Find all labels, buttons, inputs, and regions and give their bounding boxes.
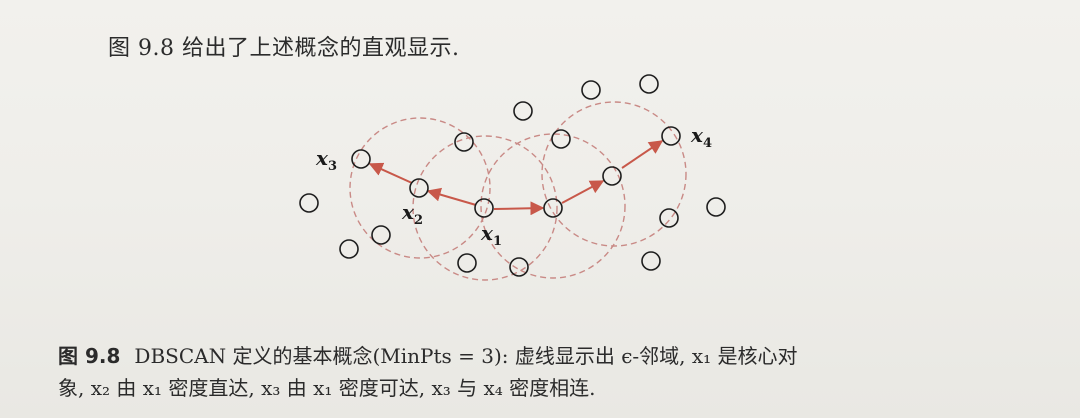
point — [339, 239, 359, 259]
caption-line-2: 象, x₂ 由 x₁ 密度直达, x₃ 由 x₁ 密度可达, x₃ 与 x₄ 密… — [58, 372, 1018, 404]
arrow-x1-to-x2 — [426, 187, 477, 206]
neighborhood-circles — [349, 101, 687, 281]
neighborhood-a — [480, 133, 626, 279]
arrow-d-to-x4 — [621, 140, 664, 169]
neighborhood-b — [541, 101, 687, 247]
point — [457, 253, 477, 273]
arrow-c-to-d — [561, 180, 605, 204]
point-x3 — [351, 149, 371, 169]
label-x2: x2 — [401, 200, 423, 228]
point — [371, 225, 391, 245]
point — [641, 251, 661, 271]
arrow-x2-to-x3 — [368, 162, 413, 184]
point — [639, 74, 659, 94]
point — [706, 197, 726, 217]
label-x4: x4 — [690, 123, 712, 151]
figure-caption: 图 9.8 DBSCAN 定义的基本概念(MinPts = 3): 虚线显示出 ϵ… — [58, 340, 1018, 404]
point — [581, 80, 601, 100]
point — [513, 101, 533, 121]
point-x1 — [474, 198, 494, 218]
label-x3: x3 — [315, 146, 337, 174]
point-labels: x3 x2 x1 x4 — [315, 123, 712, 249]
point-x2 — [409, 178, 429, 198]
arrow-x1-to-c — [493, 201, 545, 216]
label-x1: x1 — [480, 221, 502, 249]
neighborhood-x2 — [349, 117, 491, 259]
point-c — [543, 198, 563, 218]
data-points — [299, 74, 726, 277]
caption-text-1: DBSCAN 定义的基本概念(MinPts = 3): 虚线显示出 ϵ-邻域, … — [134, 344, 798, 368]
caption-text-2: 象, x₂ 由 x₁ 密度直达, x₃ 由 x₁ 密度可达, x₃ 与 x₄ 密… — [58, 376, 596, 400]
point — [551, 129, 571, 149]
point — [659, 208, 679, 228]
caption-figure-number: 图 9.8 — [58, 344, 121, 368]
point — [509, 257, 529, 277]
caption-line-1: 图 9.8 DBSCAN 定义的基本概念(MinPts = 3): 虚线显示出 ϵ… — [58, 340, 1018, 372]
point — [299, 193, 319, 213]
